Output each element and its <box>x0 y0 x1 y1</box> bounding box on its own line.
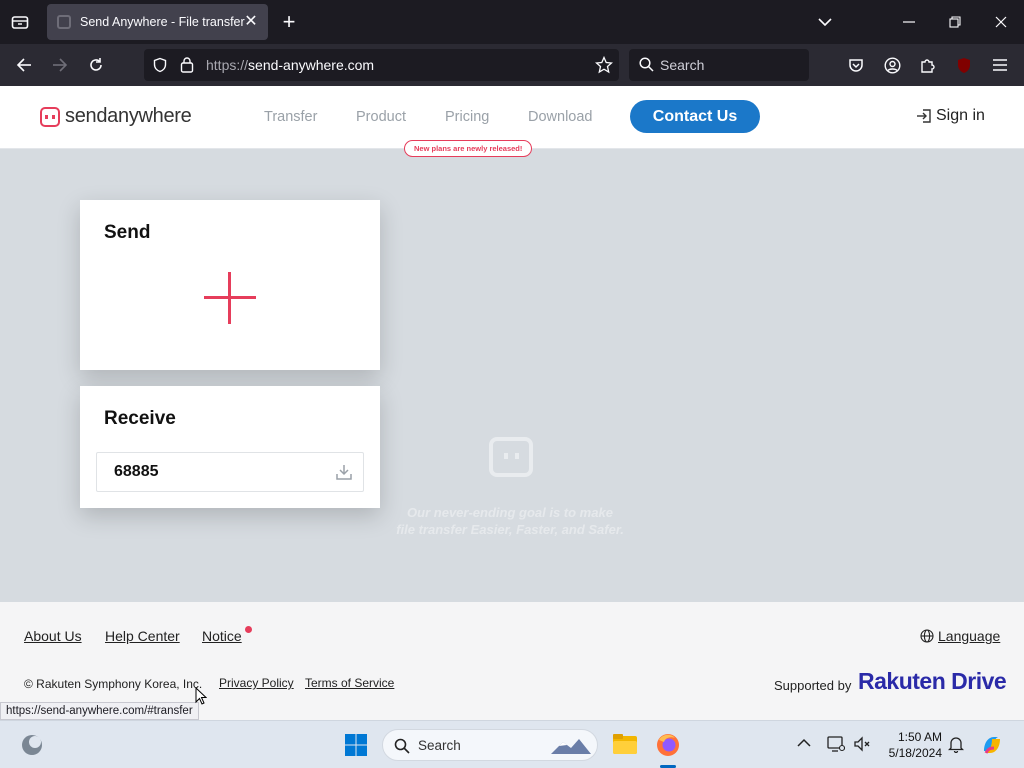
contact-us-button[interactable]: Contact Us <box>630 100 760 133</box>
sendanywhere-logo[interactable]: sendanywhere <box>40 105 192 128</box>
sendanywhere-logo-icon <box>40 106 60 127</box>
terms-of-service-link[interactable]: Terms of Service <box>305 676 394 690</box>
notice-link[interactable]: Notice <box>202 628 242 644</box>
clock-time: 1:50 AM <box>897 730 942 744</box>
send-title: Send <box>104 222 151 243</box>
notice-indicator-dot <box>245 626 252 633</box>
copilot-icon[interactable] <box>980 733 1004 757</box>
account-icon[interactable] <box>879 53 905 77</box>
copyright-text: © Rakuten Symphony Korea, Inc. <box>24 677 203 691</box>
nav-transfer[interactable]: Transfer <box>264 109 317 125</box>
address-bar[interactable]: https://send-anywhere.com <box>144 49 619 81</box>
nav-download[interactable]: Download <box>528 109 593 125</box>
link-status-bar: https://send-anywhere.com/#transfer <box>0 702 199 720</box>
network-display-icon[interactable] <box>827 735 845 753</box>
minimize-icon[interactable] <box>894 8 924 36</box>
system-clock[interactable]: 1:50 AM 5/18/2024 <box>884 729 942 761</box>
extensions-puzzle-icon[interactable] <box>915 53 941 77</box>
taskbar-search-icon <box>394 738 410 754</box>
receive-key-input[interactable]: 68885 <box>96 452 364 492</box>
language-label: Language <box>938 628 1001 644</box>
language-selector[interactable]: Language <box>920 628 1000 644</box>
browser-tab-active[interactable]: Send Anywhere - File transfer ✕ <box>47 4 268 40</box>
reload-icon[interactable] <box>83 53 109 77</box>
shield-icon[interactable] <box>152 57 168 73</box>
sendanywhere-watermark-icon <box>489 437 533 477</box>
weather-widget-icon[interactable] <box>20 733 44 757</box>
globe-icon <box>920 629 934 643</box>
download-icon[interactable] <box>335 463 353 481</box>
tab-title: Send Anywhere - File transfer <box>80 15 245 29</box>
file-explorer-icon[interactable] <box>612 732 638 756</box>
mouse-cursor-icon <box>195 687 207 705</box>
taskbar-search-label: Search <box>418 738 461 753</box>
privacy-policy-link[interactable]: Privacy Policy <box>219 676 294 690</box>
sign-in-label: Sign in <box>936 107 985 124</box>
new-tab-plus-icon[interactable]: + <box>278 11 300 33</box>
logo-text: sendanywhere <box>65 105 192 127</box>
bookmark-star-icon[interactable] <box>595 56 613 74</box>
about-us-link[interactable]: About Us <box>24 628 82 644</box>
web-page: sendanywhere Transfer Product Pricing Do… <box>0 86 1024 720</box>
taskbar-search-box[interactable]: Search <box>382 729 598 761</box>
restore-icon[interactable] <box>940 8 970 36</box>
add-files-plus-icon[interactable] <box>204 272 256 324</box>
hamburger-menu-icon[interactable] <box>987 53 1013 77</box>
list-all-tabs-chevron-icon[interactable] <box>810 8 840 36</box>
supported-by-label: Supported by <box>774 678 852 693</box>
firefox-icon[interactable] <box>655 732 681 758</box>
close-tab-icon[interactable]: ✕ <box>242 13 260 31</box>
receive-key-value: 68885 <box>114 463 159 480</box>
windows-start-icon[interactable] <box>344 733 368 757</box>
browser-nav-bar: https://send-anywhere.com Search 12 <box>0 44 1024 107</box>
forward-arrow-icon[interactable] <box>47 53 73 77</box>
receive-card: Receive 68885 <box>80 386 380 508</box>
sign-in-link[interactable]: Sign in <box>916 107 985 125</box>
nav-product[interactable]: Product <box>356 109 406 125</box>
sendanywhere-favicon-icon <box>57 15 71 29</box>
ublock-shield-icon[interactable] <box>951 53 977 77</box>
nav-pricing[interactable]: Pricing <box>445 109 489 125</box>
tab-overview-icon[interactable] <box>8 10 32 34</box>
show-hidden-icons-chevron-icon[interactable] <box>797 738 811 748</box>
send-card[interactable]: Send <box>80 200 380 370</box>
hero-tagline: Our never-ending goal is to make file tr… <box>396 505 624 537</box>
rakuten-drive-logo[interactable]: Rakuten Drive <box>858 668 1007 695</box>
pocket-icon[interactable] <box>843 53 869 77</box>
search-placeholder: Search <box>660 57 705 73</box>
windows-taskbar: Search 1:50 AM 5/18/2024 <box>0 720 1024 768</box>
browser-tab-bar: Send Anywhere - File transfer ✕ + <box>0 0 1024 44</box>
search-highlight-image-icon <box>551 739 591 754</box>
volume-muted-icon[interactable] <box>853 735 871 753</box>
new-plans-badge: New plans are newly released! <box>404 140 533 157</box>
back-arrow-icon[interactable] <box>11 53 37 77</box>
url-text: https://send-anywhere.com <box>206 57 375 73</box>
search-icon <box>639 57 654 72</box>
notification-bell-icon[interactable] <box>948 735 964 753</box>
close-window-icon[interactable] <box>986 8 1016 36</box>
site-header: sendanywhere Transfer Product Pricing Do… <box>0 86 1024 157</box>
help-center-link[interactable]: Help Center <box>105 628 180 644</box>
lock-icon[interactable] <box>180 56 194 73</box>
browser-search-input[interactable]: Search <box>629 49 809 81</box>
clock-date: 5/18/2024 <box>888 746 942 760</box>
sign-in-icon <box>917 109 931 123</box>
receive-title: Receive <box>104 408 176 429</box>
